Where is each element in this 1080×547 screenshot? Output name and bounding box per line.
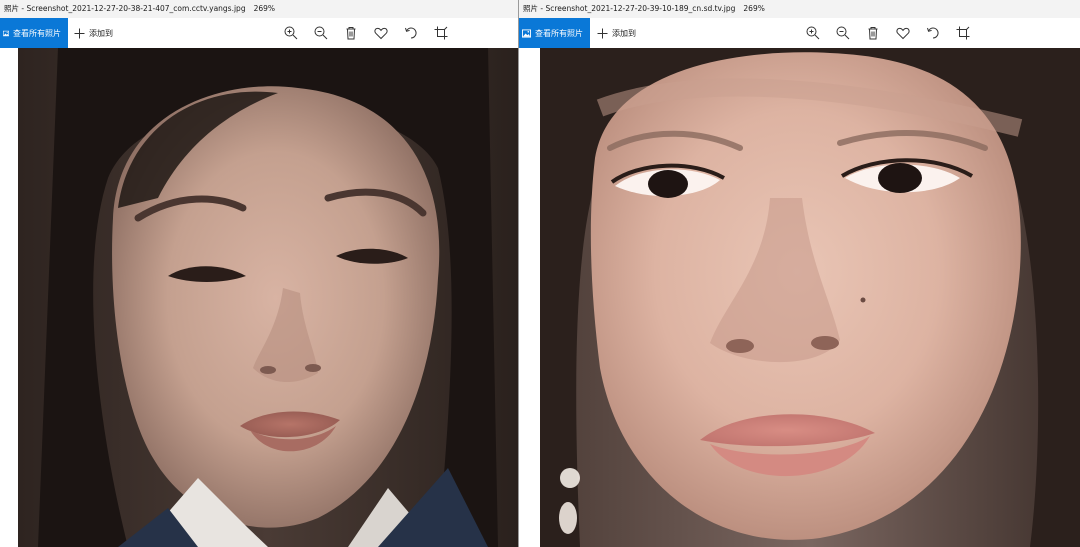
- view-all-photos-button[interactable]: 查看所有照片: [0, 18, 68, 48]
- photo-canvas[interactable]: [540, 48, 1080, 547]
- zoom-out-icon[interactable]: [313, 25, 329, 41]
- photos-window-right: 照片 - Screenshot_2021-12-27-20-39-10-189_…: [519, 0, 1080, 547]
- zoom-level: 269%: [253, 4, 276, 13]
- toolbar-icons: [283, 25, 463, 41]
- crop-icon[interactable]: [955, 25, 971, 41]
- delete-icon[interactable]: [343, 25, 359, 41]
- title-bar[interactable]: 照片 - Screenshot_2021-12-27-20-39-10-189_…: [519, 0, 1080, 18]
- zoom-in-icon[interactable]: [283, 25, 299, 41]
- view-all-photos-label: 查看所有照片: [535, 28, 583, 38]
- view-all-photos-label: 查看所有照片: [13, 28, 61, 38]
- favorite-icon[interactable]: [373, 25, 389, 41]
- picture-icon: [522, 28, 531, 38]
- rotate-icon[interactable]: [925, 25, 941, 41]
- add-to-label: 添加到: [612, 28, 636, 38]
- rotate-icon[interactable]: [403, 25, 419, 41]
- photo-canvas[interactable]: [18, 48, 518, 547]
- favorite-icon[interactable]: [895, 25, 911, 41]
- delete-icon[interactable]: [865, 25, 881, 41]
- toolbar: 查看所有照片 添加到: [519, 18, 1080, 48]
- zoom-in-icon[interactable]: [805, 25, 821, 41]
- plus-icon: [74, 28, 85, 38]
- photo-image: [540, 48, 1080, 547]
- title-bar[interactable]: 照片 - Screenshot_2021-12-27-20-38-21-407_…: [0, 0, 518, 18]
- add-to-button[interactable]: 添加到: [597, 18, 636, 48]
- crop-icon[interactable]: [433, 25, 449, 41]
- plus-icon: [597, 28, 608, 38]
- toolbar-icons: [805, 25, 985, 41]
- toolbar: 查看所有照片 添加到: [0, 18, 518, 48]
- view-all-photos-button[interactable]: 查看所有照片: [519, 18, 590, 48]
- add-to-button[interactable]: 添加到: [74, 18, 113, 48]
- desktop: 照片 - Screenshot_2021-12-27-20-38-21-407_…: [0, 0, 1080, 547]
- photos-window-left: 照片 - Screenshot_2021-12-27-20-38-21-407_…: [0, 0, 518, 547]
- zoom-level: 269%: [743, 4, 765, 13]
- add-to-label: 添加到: [89, 28, 113, 38]
- picture-icon: [3, 30, 9, 36]
- window-title: 照片 - Screenshot_2021-12-27-20-38-21-407_…: [4, 4, 246, 13]
- window-title: 照片 - Screenshot_2021-12-27-20-39-10-189_…: [523, 4, 736, 13]
- photo-image: [18, 48, 518, 547]
- zoom-out-icon[interactable]: [835, 25, 851, 41]
